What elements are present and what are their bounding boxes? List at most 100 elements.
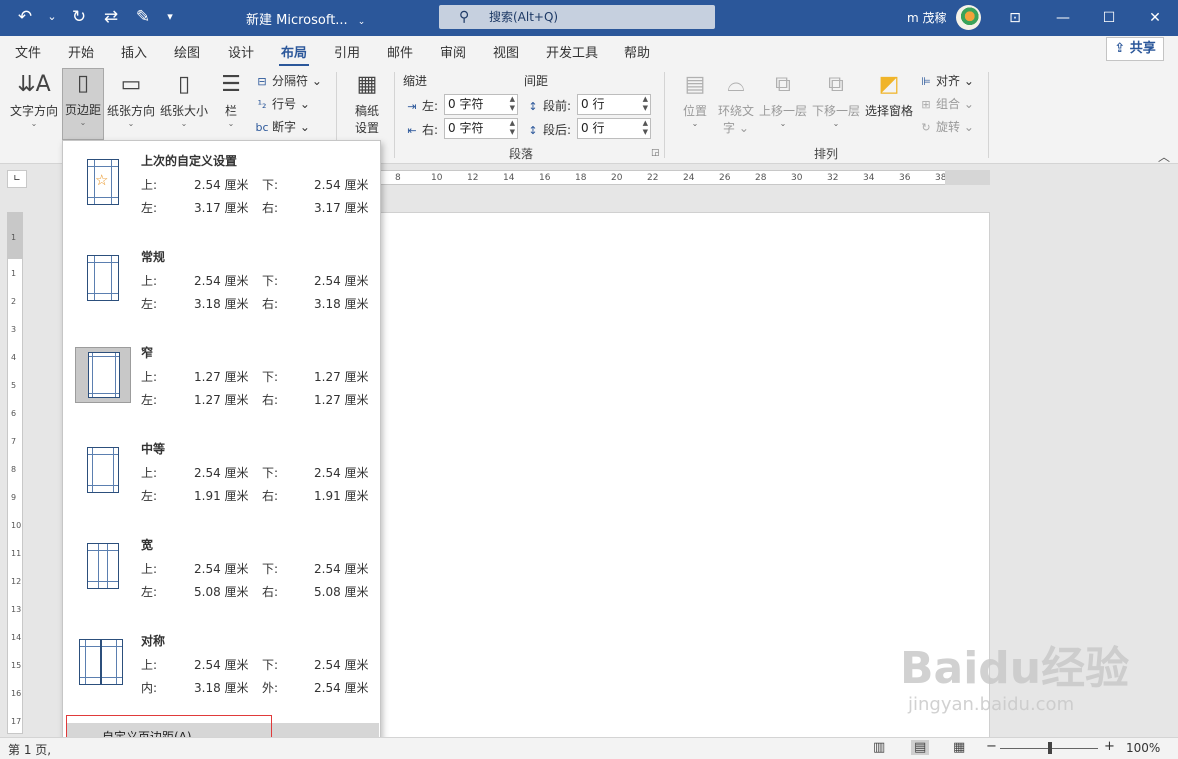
star-icon: ☆ — [95, 171, 109, 189]
share-button[interactable]: ⇪ 共享 — [1106, 37, 1164, 61]
undo-dropdown-icon[interactable]: ⌄ — [46, 6, 58, 28]
tab-mailings[interactable]: 邮件 — [387, 42, 413, 61]
position-button[interactable]: ▤ 位置 ⌄ — [678, 70, 712, 140]
margin-line — [80, 646, 100, 647]
chevron-down-icon: ⌄ — [127, 119, 135, 128]
margin-option[interactable]: 窄上: 1.27 厘米 下: 1.27 厘米 左: 1.27 厘米 右: 1.27 厘米 — [63, 333, 380, 429]
bring-forward-button[interactable]: ⧉ 上移一层 ⌄ — [758, 70, 808, 140]
hyphenation-button[interactable]: bc 断字 ⌄ — [255, 118, 309, 135]
spinner-icon[interactable]: ▲ ▼ — [643, 119, 648, 137]
watermark-url: jingyan.baidu.com — [908, 694, 1075, 715]
tab-selector[interactable]: ∟ — [7, 170, 27, 188]
redo-icon[interactable]: ↻ — [68, 6, 90, 28]
tab-home[interactable]: 开始 — [68, 42, 94, 61]
zoom-out-icon[interactable]: − — [986, 739, 997, 754]
tab-developer[interactable]: 开发工具 — [546, 42, 598, 61]
dialog-launcher-icon[interactable]: ◲ — [651, 148, 660, 158]
indent-right-field[interactable]: 0 字符 ▲ ▼ — [444, 118, 518, 139]
send-backward-icon: ⧉ — [828, 72, 844, 97]
margin-preview-page — [101, 639, 123, 685]
ruler-tick-label: 26 — [719, 173, 731, 183]
right-value: 3.17 厘米 — [314, 201, 369, 215]
margin-option[interactable]: 中等 上: 2.54 厘米 下: 2.54 厘米 左: 1.91 厘米 右: 1.91 厘米 — [63, 429, 380, 525]
minimize-icon[interactable]: — — [1040, 0, 1086, 36]
breaks-button[interactable]: ⊟ 分隔符 ⌄ — [255, 72, 322, 89]
left-label: 左: — [141, 489, 158, 503]
web-layout-icon[interactable]: ▦ — [953, 740, 965, 755]
size-button[interactable]: ▯ 纸张大小 ⌄ — [158, 70, 210, 138]
margin-line — [88, 197, 118, 198]
read-mode-icon[interactable]: ▥ — [873, 740, 885, 755]
margin-option[interactable]: 常规 上: 2.54 厘米 下: 2.54 厘米 左: 3.18 厘米 右: 3.18 厘米 — [63, 237, 380, 333]
top-label: 上: — [141, 370, 158, 384]
user-name[interactable]: m 茂稼 — [907, 9, 947, 26]
space-after-field[interactable]: 0 行 ▲ ▼ — [577, 118, 651, 139]
ruler-tick-label: 8 — [395, 173, 401, 183]
vertical-ruler[interactable]: 1123456789101112131415161718 — [7, 212, 23, 734]
columns-button[interactable]: ☰ 栏 ⌄ — [218, 70, 244, 138]
chevron-down-icon: ⌄ — [79, 118, 87, 127]
left-label: 左: — [141, 297, 158, 311]
margin-option[interactable]: 对称 上: 2.54 厘米 下: 2.54 厘米 内: 3.18 厘米 外: 2.54 厘米 — [63, 621, 380, 717]
send-backward-button[interactable]: ⧉ 下移一层 ⌄ — [811, 70, 861, 140]
close-icon[interactable]: ✕ — [1132, 0, 1178, 36]
selection-pane-button[interactable]: ◩ 选择窗格 — [864, 70, 914, 130]
zoom-in-icon[interactable]: + — [1104, 739, 1115, 754]
spinner-icon[interactable]: ▲ ▼ — [510, 95, 515, 113]
page-indicator[interactable]: 第 1 页, — [8, 741, 51, 758]
spinner-icon[interactable]: ▲ ▼ — [643, 95, 648, 113]
ruler-tick-label: 1 — [11, 233, 17, 242]
top-value: 2.54 厘米 — [194, 466, 249, 480]
ruler-tick-label: 6 — [11, 409, 17, 418]
rotate-button[interactable]: ↻ 旋转 ⌄ — [919, 118, 974, 135]
orientation-button[interactable]: ▭ 纸张方向 ⌄ — [106, 70, 156, 138]
tab-help[interactable]: 帮助 — [624, 42, 650, 61]
group-button[interactable]: ⊞ 组合 ⌄ — [919, 95, 974, 112]
document-page[interactable] — [380, 212, 990, 742]
chevron-down-icon: ⌄ — [227, 119, 235, 128]
tab-references[interactable]: 引用 — [334, 42, 360, 61]
collapse-ribbon-icon[interactable]: ︿ — [1158, 148, 1170, 165]
horizontal-ruler[interactable]: 8 10 12 14 16 18 20 22 24 26 28 30 32 34 36 38 — [380, 170, 990, 185]
zoom-level[interactable]: 100% — [1126, 741, 1160, 755]
margins-button[interactable]: ▯ 页边距 ⌄ — [62, 68, 104, 140]
customize-qat-icon[interactable]: ▾ — [164, 6, 176, 28]
tab-insert[interactable]: 插入 — [121, 42, 147, 61]
ruler-tick-label: 16 — [539, 173, 551, 183]
print-layout-icon[interactable]: ▤ — [911, 740, 930, 755]
ribbon-display-icon[interactable]: ⊡ — [992, 0, 1038, 36]
search-box[interactable]: ⚲ 搜索(Alt+Q) — [439, 5, 715, 29]
spinner-icon[interactable]: ▲ ▼ — [510, 119, 515, 137]
margin-option[interactable]: 宽上: 2.54 厘米 下: 2.54 厘米 左: 5.08 厘米 右: 5.08 厘米 — [63, 525, 380, 621]
undo-icon[interactable]: ↶ — [14, 6, 36, 28]
tab-layout[interactable]: 布局 — [278, 42, 310, 67]
margin-line — [92, 353, 93, 397]
reply-icon[interactable]: ⇄ — [100, 6, 122, 28]
document-title[interactable]: 新建 Microsoft... ⌄ — [246, 9, 365, 28]
indent-left-field[interactable]: 0 字符 ▲ ▼ — [444, 94, 518, 115]
tab-draw[interactable]: 绘图 — [174, 42, 200, 61]
margin-option[interactable]: ☆ 上次的自定义设置 上: 2.54 厘米 下: 2.54 厘米 左: 3.17 厘米 右: 3.… — [63, 141, 380, 237]
space-after-label: ↕ 段后: — [526, 121, 571, 138]
zoom-slider-thumb[interactable] — [1048, 742, 1052, 754]
group-divider — [394, 72, 395, 158]
margin-option-name: 常规 — [141, 250, 166, 264]
tab-design[interactable]: 设计 — [228, 42, 254, 61]
align-button[interactable]: ⊫ 对齐 ⌄ — [919, 72, 974, 89]
ruler-tick-label: 18 — [575, 173, 587, 183]
maximize-icon[interactable]: ☐ — [1086, 0, 1132, 36]
line-numbers-button[interactable]: ¹₂ 行号 ⌄ — [255, 95, 310, 112]
edit-icon[interactable]: ✎ — [132, 6, 154, 28]
space-before-field[interactable]: 0 行 ▲ ▼ — [577, 94, 651, 115]
space-after-icon: ↕ — [528, 124, 538, 137]
tab-view[interactable]: 视图 — [493, 42, 519, 61]
margin-line — [92, 448, 93, 492]
tab-review[interactable]: 审阅 — [440, 42, 466, 61]
avatar[interactable] — [956, 5, 981, 30]
manuscript-settings-button[interactable]: ▦ 稿纸 设置 — [350, 70, 384, 140]
tab-file[interactable]: 文件 — [15, 42, 41, 61]
chevron-down-icon: ⌄ — [30, 119, 38, 128]
line-numbers-icon: ¹₂ — [257, 98, 267, 111]
text-direction-button[interactable]: ⇊A 文字方向 ⌄ — [8, 70, 60, 138]
wrap-text-button[interactable]: ⌓ 环绕文 字 ⌄ — [716, 70, 756, 140]
